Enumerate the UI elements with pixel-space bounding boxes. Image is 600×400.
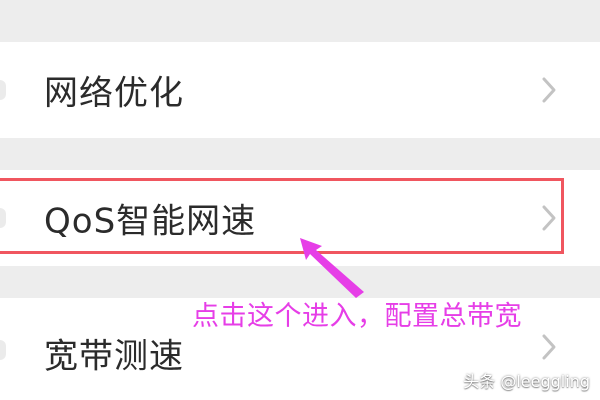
left-edge-decoration — [0, 340, 6, 360]
watermark: 头条 @leeggling — [463, 372, 590, 391]
menu-item-label: 宽带测速 — [44, 336, 184, 377]
menu-item-label: QoS智能网速 — [44, 201, 257, 242]
menu-item-qos-smart-speed[interactable]: QoS智能网速 — [0, 170, 600, 266]
left-edge-decoration — [0, 208, 6, 228]
chevron-right-icon — [534, 75, 564, 105]
chevron-right-icon — [534, 203, 564, 233]
chevron-right-icon — [534, 332, 564, 362]
menu-item-network-optimization[interactable]: 网络优化 — [0, 42, 600, 138]
menu-item-label: 网络优化 — [44, 73, 184, 114]
annotation-text: 点击这个进入，配置总带宽 — [192, 301, 522, 332]
left-edge-decoration — [0, 80, 6, 100]
